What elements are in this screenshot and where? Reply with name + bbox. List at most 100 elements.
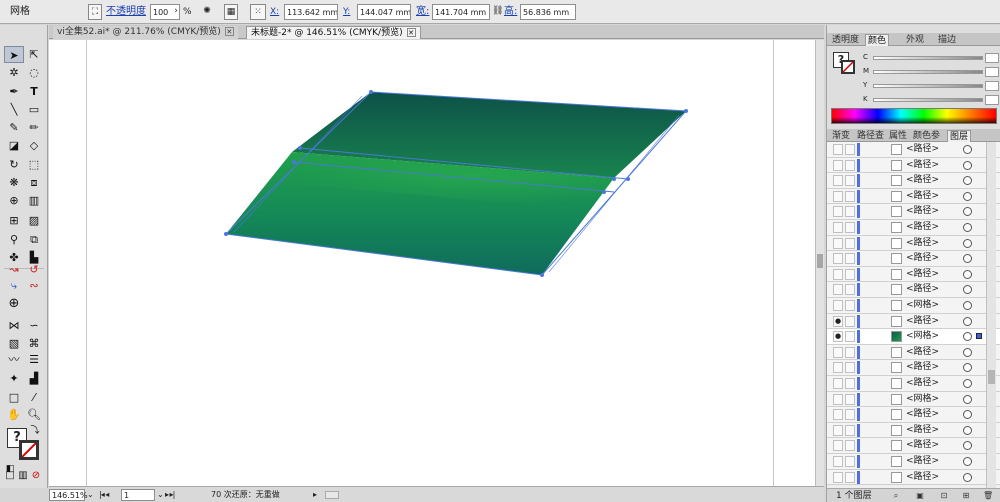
channel-c-slider[interactable]: [873, 56, 983, 60]
new-layer-icon[interactable]: ⊞: [961, 490, 971, 502]
target-icon[interactable]: [963, 145, 972, 154]
visibility-eye-icon[interactable]: [833, 144, 843, 155]
visibility-eye-icon[interactable]: [833, 424, 843, 436]
tab-layers[interactable]: 图层: [947, 130, 972, 142]
visibility-eye-icon[interactable]: [833, 268, 843, 280]
target-icon[interactable]: [963, 394, 972, 404]
lock-toggle[interactable]: [845, 331, 855, 343]
layer-row[interactable]: <路径>: [827, 266, 1000, 283]
lasso-tool-icon[interactable]: ◌: [24, 64, 44, 81]
lock-toggle[interactable]: [845, 268, 855, 280]
layer-row[interactable]: <路径>: [827, 282, 1000, 298]
layer-row[interactable]: ● <路径>: [827, 313, 1000, 330]
visibility-eye-icon[interactable]: [833, 393, 843, 405]
visibility-eye-icon[interactable]: [833, 222, 843, 233]
zoom-tool-icon[interactable]: 🔍︎: [24, 406, 44, 423]
blob-brush-tool-icon[interactable]: ◪: [4, 137, 24, 154]
target-icon[interactable]: [963, 207, 972, 217]
lock-toggle[interactable]: [845, 409, 855, 421]
target-icon[interactable]: [963, 425, 972, 435]
zoom-field[interactable]: 146.51%: [49, 489, 88, 501]
make-clipping-mask-icon[interactable]: ▣: [915, 490, 925, 502]
visibility-eye-icon[interactable]: [833, 362, 843, 374]
lock-toggle[interactable]: [845, 346, 855, 358]
lock-toggle[interactable]: [845, 315, 855, 327]
anchor-point[interactable]: [298, 146, 302, 150]
opacity-dropdown-icon[interactable]: ›: [172, 4, 180, 20]
pencil-tool-icon[interactable]: ✏: [24, 119, 44, 136]
live-paint-tool-icon[interactable]: ⌘: [24, 335, 44, 352]
lock-toggle[interactable]: [845, 159, 855, 171]
none-mode-icon[interactable]: ⊘: [30, 467, 42, 484]
transform-reference-icon[interactable]: ⛶: [88, 4, 102, 20]
visibility-eye-icon[interactable]: [833, 159, 843, 171]
anchor-point[interactable]: [684, 109, 688, 113]
target-icon[interactable]: [963, 457, 972, 466]
doc-tab-2[interactable]: 未标题-2* @ 146.51% (CMYK/预览) ✕: [246, 26, 421, 39]
layer-row[interactable]: <路径>: [827, 204, 1000, 220]
visibility-eye-icon[interactable]: [833, 253, 843, 265]
layer-row[interactable]: <路径>: [827, 157, 1000, 174]
target-icon[interactable]: [963, 223, 972, 232]
pen-tool-icon[interactable]: ✒: [4, 83, 24, 100]
anchor-point[interactable]: [224, 232, 228, 236]
close-icon[interactable]: ✕: [406, 28, 416, 37]
visibility-eye-icon[interactable]: ●: [833, 315, 843, 327]
layer-row[interactable]: <网格>: [827, 298, 1000, 314]
anchor-point[interactable]: [612, 177, 616, 181]
layer-row[interactable]: <路径>: [827, 407, 1000, 423]
target-icon[interactable]: [963, 379, 972, 388]
reference-point-icon[interactable]: ⁙: [250, 4, 266, 20]
free-transform-tool-icon[interactable]: ⧈: [24, 174, 44, 191]
slice-tool-icon[interactable]: ⋈: [4, 317, 24, 334]
channel-y-slider[interactable]: [873, 84, 983, 88]
visibility-eye-icon[interactable]: [833, 456, 843, 467]
lock-toggle[interactable]: [845, 362, 855, 374]
target-icon[interactable]: [963, 441, 972, 451]
color-spectrum[interactable]: [831, 108, 997, 124]
lock-toggle[interactable]: [845, 253, 855, 265]
visibility-eye-icon[interactable]: [833, 175, 843, 187]
perspective-grid-tool-icon[interactable]: ▥: [24, 192, 44, 209]
chart-bar-tool-icon[interactable]: ☰: [24, 351, 44, 368]
lock-toggle[interactable]: [845, 440, 855, 452]
visibility-eye-icon[interactable]: [833, 206, 843, 218]
lock-toggle[interactable]: [845, 222, 855, 233]
channel-m-value[interactable]: [985, 67, 999, 77]
artboard-number-field[interactable]: 1: [121, 489, 155, 501]
chart-line-tool-icon[interactable]: 〰: [4, 351, 24, 368]
visibility-eye-icon[interactable]: [833, 409, 843, 421]
stroke-swatch[interactable]: [19, 440, 39, 460]
tab-pathfinder[interactable]: 路径查: [855, 130, 886, 142]
lock-toggle[interactable]: [845, 424, 855, 436]
layer-row[interactable]: <路径>: [827, 376, 1000, 392]
tab-color[interactable]: 颜色: [865, 34, 890, 46]
channel-k[interactable]: K: [863, 95, 999, 106]
visibility-eye-icon[interactable]: [833, 284, 843, 296]
anchor-point[interactable]: [540, 273, 544, 277]
gradient-tool-icon[interactable]: ▨: [24, 212, 44, 229]
swap-fill-stroke-icon[interactable]: ⤵: [29, 423, 41, 440]
visibility-eye-icon[interactable]: [833, 300, 843, 311]
scale-tool-icon[interactable]: ⬚: [24, 156, 44, 173]
eraser-tool-icon[interactable]: ◇: [24, 137, 44, 154]
layer-row[interactable]: <路径>: [827, 173, 1000, 189]
lock-toggle[interactable]: [845, 175, 855, 187]
artboard-canvas[interactable]: [49, 40, 815, 486]
color-mode-icon[interactable]: □: [4, 467, 16, 484]
anchor-point[interactable]: [369, 90, 373, 94]
lock-toggle[interactable]: [845, 206, 855, 218]
layer-row[interactable]: <路径>: [827, 235, 1000, 252]
width-input[interactable]: 141.704 mm: [432, 4, 490, 20]
channel-c-value[interactable]: [985, 53, 999, 63]
scroll-thumb[interactable]: [988, 370, 995, 384]
constrain-proportions-icon[interactable]: ⛓: [492, 4, 503, 20]
zoom-dropdown-icon[interactable]: ⌄: [87, 489, 95, 501]
visibility-eye-icon[interactable]: [833, 346, 843, 358]
lock-toggle[interactable]: [845, 378, 855, 389]
channel-y[interactable]: Y: [863, 81, 999, 92]
layer-row[interactable]: <路径>: [827, 251, 1000, 267]
lock-toggle[interactable]: [845, 300, 855, 311]
status-menu-icon[interactable]: ▸: [313, 489, 321, 501]
target-icon[interactable]: [963, 176, 972, 186]
